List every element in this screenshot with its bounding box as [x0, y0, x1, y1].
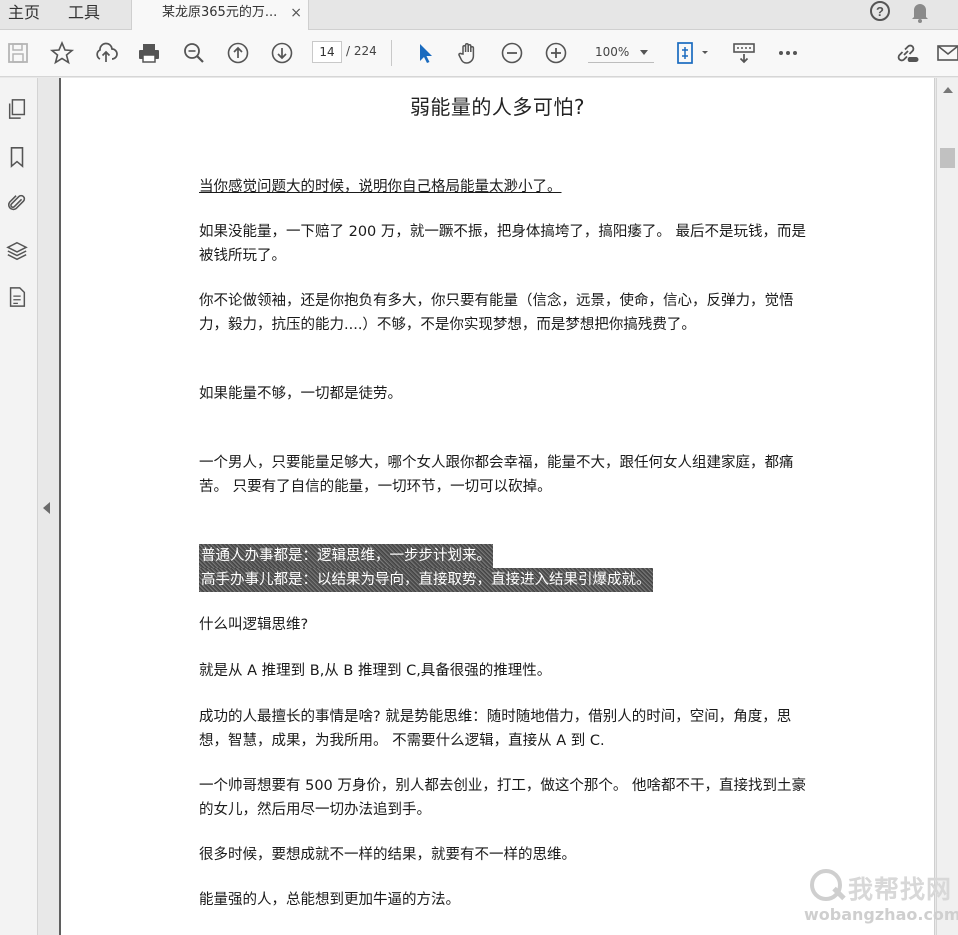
paragraph: 一个男人，只要能量足够大，哪个女人跟你都会幸福，能量不大，跟任何女人组建家庭，都… — [199, 455, 794, 495]
tab-close-button[interactable]: × — [290, 0, 302, 26]
tab-document[interactable]: 某龙原365元的万... × — [131, 0, 309, 31]
svg-text:?: ? — [876, 4, 884, 19]
zoom-value: 100% — [595, 45, 630, 59]
print-icon[interactable] — [136, 41, 162, 65]
pages-icon[interactable] — [6, 98, 28, 120]
hand-icon[interactable] — [455, 41, 481, 65]
vertical-scrollbar[interactable] — [936, 78, 958, 935]
paragraph: 什么叫逻辑思维? — [199, 617, 309, 633]
help-icon[interactable]: ? — [868, 0, 892, 24]
tab-document-label: 某龙原365元的万... — [162, 5, 278, 20]
page-title: 弱能量的人多可怕? — [409, 95, 586, 119]
star-icon[interactable] — [49, 40, 75, 65]
scroll-up-icon[interactable] — [943, 87, 953, 93]
zoom-out-icon[interactable] — [499, 41, 525, 65]
collapse-pane-icon[interactable] — [43, 502, 50, 514]
tab-tools[interactable]: 工具 — [68, 0, 100, 29]
link-icon[interactable] — [893, 41, 919, 65]
attachment-icon[interactable] — [6, 192, 28, 214]
chevron-down-icon — [640, 50, 648, 55]
layers-icon[interactable] — [6, 240, 28, 262]
tab-bar: 主页 工具 某龙原365元的万... × ? — [0, 0, 958, 31]
scroll-thumb[interactable] — [940, 148, 955, 168]
toolbar: 14 / 224 100% — [0, 30, 958, 77]
bookmark-icon[interactable] — [6, 146, 28, 168]
zoom-in-icon[interactable] — [543, 41, 569, 65]
paragraph: 当你感觉问题大的时候，说明你自己格局能量太渺小了。 — [199, 179, 562, 195]
page-up-icon[interactable] — [225, 41, 251, 65]
paragraph: 成功的人最擅长的事情是啥? 就是势能思维：随时随地借力，借别人的时间，空间，角度… — [199, 709, 792, 749]
watermark-logo: 我帮找网 wobangzhao.com — [802, 866, 958, 932]
document-viewport[interactable]: 弱能量的人多可怕? 当你感觉问题大的时候，说明你自己格局能量太渺小了。 如果没能… — [39, 78, 935, 935]
pdf-page: 弱能量的人多可怕? 当你感觉问题大的时候，说明你自己格局能量太渺小了。 如果没能… — [59, 78, 935, 935]
paragraph: 如果没能量，一下赔了 200 万，就一蹶不振，把身体搞垮了，搞阳痿了。 最后不是… — [199, 224, 806, 264]
page-down-icon[interactable] — [269, 41, 295, 65]
mail-icon[interactable] — [935, 41, 958, 65]
paragraph: 一个帅哥想要有 500 万身价，别人都去创业，打工，做这个那个。 他啥都不干，直… — [199, 778, 806, 818]
page-total: / 224 — [346, 44, 377, 58]
toolbar-divider — [391, 40, 392, 66]
highlighted-paragraph: 普通人办事都是：逻辑思维，一步步计划来。 高手办事儿都是：以结果为导向，直接取势… — [199, 544, 814, 592]
zoom-select[interactable]: 100% — [588, 41, 654, 63]
paragraph: 能量强的人，总能想到更加牛逼的方法。 — [199, 892, 460, 908]
more-icon[interactable] — [775, 41, 801, 65]
highlighted-line: 普通人办事都是：逻辑思维，一步步计划来。 — [199, 544, 493, 568]
paragraph: 就是从 A 推理到 B,从 B 推理到 C,具备很强的推理性。 — [199, 663, 552, 679]
watermark-text: 我帮找网 — [848, 875, 953, 904]
paragraph: 很多时候，要想成就不一样的结果，就要有不一样的思维。 — [199, 847, 576, 863]
upload-icon[interactable] — [93, 41, 119, 65]
select-cursor-icon[interactable] — [412, 41, 438, 65]
watermark-url: wobangzhao.com — [804, 905, 958, 924]
highlighted-line: 高手办事儿都是：以结果为导向，直接取势，直接进入结果引爆成就。 — [199, 568, 653, 592]
paragraph: 如果能量不够，一切都是徒劳。 — [199, 386, 402, 402]
document-icon[interactable] — [6, 286, 28, 308]
navigation-pane — [0, 78, 38, 935]
tab-home[interactable]: 主页 — [8, 0, 40, 29]
keyboard-icon[interactable] — [731, 41, 757, 65]
bell-icon[interactable] — [908, 0, 932, 24]
save-icon[interactable] — [5, 41, 31, 65]
fit-page-icon[interactable] — [675, 41, 711, 65]
page-number-input[interactable]: 14 — [312, 41, 342, 63]
search-icon[interactable] — [181, 41, 207, 65]
paragraph: 你不论做领袖，还是你抱负有多大，你只要有能量（信念，远景，使命，信心，反弹力，觉… — [199, 293, 794, 333]
